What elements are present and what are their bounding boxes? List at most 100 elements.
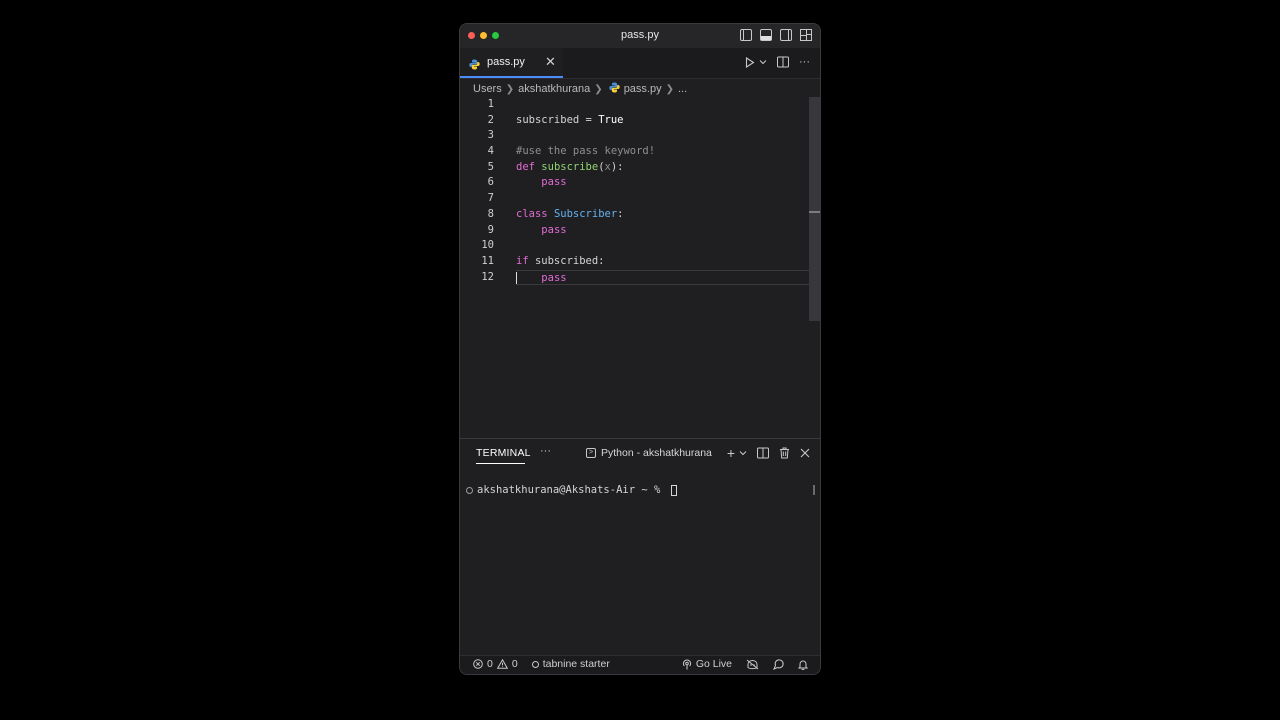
close-icon[interactable]: ✕ bbox=[545, 54, 556, 70]
feedback-icon[interactable] bbox=[773, 658, 784, 670]
customize-layout-icon[interactable] bbox=[800, 29, 812, 41]
go-live-button[interactable]: Go Live bbox=[682, 658, 732, 670]
line-number-gutter: 1 2 3 4 5 6 7 8 9 10 11 12 bbox=[460, 97, 500, 285]
line-number: 2 bbox=[487, 113, 494, 126]
code-token: subscribed: bbox=[534, 254, 605, 267]
line-number: 11 bbox=[481, 254, 494, 267]
warning-count: 0 bbox=[511, 658, 518, 670]
code-line[interactable] bbox=[516, 128, 808, 144]
chevron-right-icon: ❯ bbox=[665, 83, 674, 95]
code-line[interactable] bbox=[516, 191, 808, 207]
active-tab-indicator bbox=[476, 463, 525, 464]
error-count: 0 bbox=[487, 658, 493, 670]
copilot-disabled-icon[interactable] bbox=[746, 659, 759, 670]
error-icon bbox=[473, 659, 483, 669]
chevron-down-icon[interactable] bbox=[739, 450, 747, 456]
terminal-icon: > bbox=[586, 448, 596, 458]
line-number: 8 bbox=[487, 207, 494, 220]
code-line[interactable]: #use the pass keyword! bbox=[516, 144, 808, 160]
code-line[interactable]: if subscribed: bbox=[516, 254, 808, 270]
line-number: 7 bbox=[487, 192, 494, 205]
code-line[interactable]: pass bbox=[516, 175, 808, 191]
layout-controls bbox=[740, 29, 812, 41]
breadcrumb-item-symbol[interactable]: ... bbox=[678, 83, 687, 95]
code-token: pass bbox=[541, 223, 567, 236]
code-token: : bbox=[617, 207, 624, 220]
close-panel-icon[interactable] bbox=[800, 448, 810, 458]
run-icon[interactable] bbox=[745, 56, 755, 68]
tab-pass-py[interactable]: pass.py ✕ bbox=[460, 48, 563, 78]
breadcrumb-item-user[interactable]: akshatkhurana bbox=[518, 83, 590, 95]
go-live-label: Go Live bbox=[695, 658, 732, 670]
warning-icon bbox=[496, 659, 508, 669]
toggle-panel-icon[interactable] bbox=[760, 29, 772, 41]
code-line[interactable]: def subscribe(x): bbox=[516, 160, 808, 176]
python-file-icon bbox=[469, 57, 480, 75]
more-actions-icon[interactable]: ··· bbox=[799, 56, 810, 68]
code-token: ): bbox=[610, 160, 624, 173]
toggle-primary-sidebar-icon[interactable] bbox=[740, 29, 752, 41]
title-bar: pass.py bbox=[460, 24, 820, 48]
terminal-scrollbar[interactable] bbox=[813, 485, 815, 495]
code-line[interactable] bbox=[516, 238, 808, 254]
terminal-status-icon bbox=[466, 486, 473, 494]
tabnine-label: tabnine starter bbox=[542, 658, 610, 670]
breadcrumb-item-users[interactable]: Users bbox=[473, 83, 502, 95]
code-line[interactable]: pass bbox=[516, 269, 820, 286]
line-number: 5 bbox=[487, 160, 494, 173]
panel-more-icon[interactable]: ··· bbox=[540, 445, 551, 457]
line-number: 4 bbox=[487, 145, 494, 158]
code-token: class bbox=[516, 207, 554, 220]
line-number: 6 bbox=[487, 176, 494, 189]
text-cursor bbox=[516, 271, 517, 284]
breadcrumb-item-file[interactable]: pass.py bbox=[624, 83, 662, 95]
code-token: subscribed = bbox=[516, 113, 599, 126]
terminal-panel: TERMINAL ··· > Python - akshatkhurana + … bbox=[460, 438, 820, 659]
code-line[interactable]: pass bbox=[516, 223, 808, 239]
code-line[interactable] bbox=[516, 97, 808, 113]
line-number: 9 bbox=[487, 223, 494, 236]
split-editor-icon[interactable] bbox=[777, 56, 789, 68]
code-line[interactable]: subscribed = True bbox=[516, 113, 808, 129]
toggle-secondary-sidebar-icon[interactable] bbox=[780, 29, 792, 41]
scrollbar-cursor-marker bbox=[809, 211, 820, 213]
editor-window: pass.py pass.py ✕ ··· Users ❯ akshatkhur… bbox=[459, 23, 821, 675]
split-terminal-icon[interactable] bbox=[757, 447, 769, 459]
status-bar: 0 0 tabnine starter Go Live bbox=[460, 655, 820, 674]
chevron-right-icon: ❯ bbox=[505, 83, 515, 95]
terminal-prompt-line[interactable]: akshatkhurana@Akshats-Air ~ % bbox=[466, 484, 677, 496]
broadcast-icon bbox=[682, 659, 691, 669]
editor-scrollbar[interactable] bbox=[809, 97, 820, 321]
bell-icon[interactable] bbox=[798, 659, 808, 670]
line-number: 10 bbox=[481, 239, 494, 252]
line-number: 3 bbox=[487, 129, 494, 142]
chevron-down-icon[interactable] bbox=[759, 59, 767, 65]
code-token: if bbox=[516, 254, 535, 267]
line-number: 12 bbox=[481, 270, 494, 283]
code-token: #use the pass keyword! bbox=[516, 145, 656, 158]
code-editor[interactable]: subscribed = True #use the pass keyword! d… bbox=[516, 97, 820, 286]
line-number: 1 bbox=[487, 98, 494, 110]
tab-terminal[interactable]: TERMINAL bbox=[476, 447, 531, 459]
code-token: pass bbox=[541, 271, 567, 284]
chevron-right-icon: ❯ bbox=[594, 83, 603, 95]
terminal-name: Python - akshatkhurana bbox=[601, 447, 712, 459]
code-token: def bbox=[516, 160, 542, 173]
terminal-prompt: akshatkhurana@Akshats-Air ~ % bbox=[477, 484, 667, 496]
terminal-selector[interactable]: > Python - akshatkhurana bbox=[586, 447, 712, 459]
trash-icon[interactable] bbox=[779, 447, 790, 459]
panel-actions: + bbox=[727, 445, 810, 461]
code-token: pass bbox=[541, 176, 567, 189]
code-line[interactable]: class Subscriber: bbox=[516, 207, 808, 223]
editor-actions: ··· bbox=[745, 56, 810, 68]
problems-item[interactable]: 0 0 bbox=[473, 658, 518, 670]
code-token: True bbox=[598, 113, 624, 126]
code-token: subscribe bbox=[541, 160, 599, 173]
new-terminal-icon[interactable]: + bbox=[727, 445, 735, 461]
tabnine-item[interactable]: tabnine starter bbox=[531, 658, 610, 670]
status-right: Go Live bbox=[682, 658, 808, 670]
status-left: 0 0 tabnine starter bbox=[473, 658, 610, 670]
